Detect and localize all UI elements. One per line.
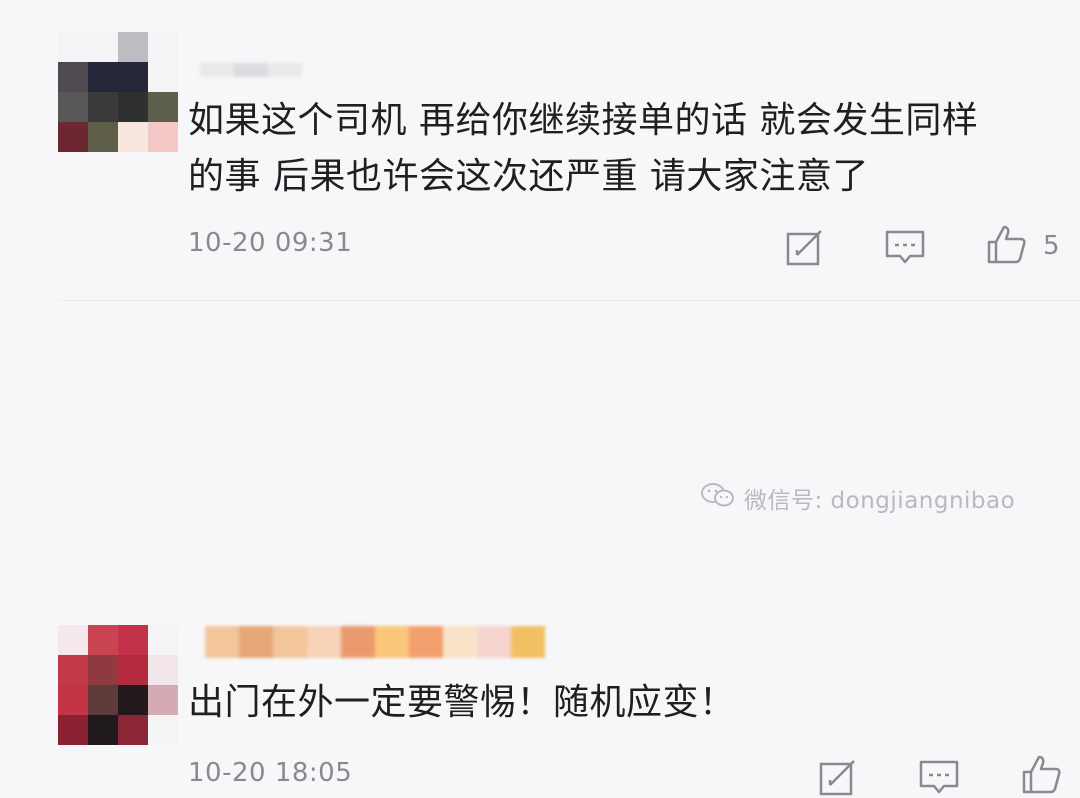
username-blur-block (205, 626, 239, 658)
like-button[interactable] (985, 222, 1029, 266)
thumbs-up-icon (1022, 755, 1061, 794)
avatar-pixel (58, 655, 88, 685)
username-blur-block (307, 626, 341, 658)
avatar-pixel (88, 62, 118, 92)
avatar-pixel (58, 685, 88, 715)
username-blur-block (375, 626, 409, 658)
avatar-pixel (88, 655, 118, 685)
thumbs-up-icon (987, 225, 1026, 264)
avatar-pixel (58, 122, 88, 152)
reply-edit-button[interactable] (785, 228, 825, 268)
avatar-pixel (148, 625, 178, 655)
avatar-pixel (88, 122, 118, 152)
watermark-text: 微信号: dongjiangnibao (744, 488, 1016, 514)
comment-button[interactable] (884, 228, 928, 268)
avatar-pixel (88, 685, 118, 715)
username-blur-block (234, 63, 268, 77)
edit-square-icon (819, 760, 855, 796)
like-button[interactable] (1020, 752, 1064, 796)
avatar-pixel (58, 625, 88, 655)
comment-bubble-icon (919, 760, 959, 794)
avatar-pixel (58, 62, 88, 92)
username-blur-block (477, 626, 511, 658)
edit-square-icon (786, 230, 822, 266)
wechat-icon (700, 481, 736, 515)
avatar-pixel (58, 715, 88, 745)
username-blurred[interactable] (205, 626, 545, 658)
avatar[interactable] (58, 32, 178, 152)
username-blur-block (268, 63, 302, 77)
reply-edit-button[interactable] (818, 758, 858, 798)
avatar-pixel (88, 92, 118, 122)
username-blurred[interactable] (200, 63, 302, 77)
avatar-pixel (118, 122, 148, 152)
avatar-pixel (88, 625, 118, 655)
avatar-pixel (118, 715, 148, 745)
avatar-pixel (148, 62, 178, 92)
avatar-pixel (118, 62, 148, 92)
username-blur-block (239, 626, 273, 658)
username-blur-block (511, 626, 545, 658)
avatar-pixel (148, 685, 178, 715)
avatar-pixel (148, 32, 178, 62)
avatar-pixel (58, 92, 88, 122)
username-blur-block (443, 626, 477, 658)
avatar-pixel (118, 32, 148, 62)
username-blur-block (273, 626, 307, 658)
timestamp: 10-20 18:05 (188, 758, 353, 788)
comment-item: 如果这个司机 再给你继续接单的话 就会发生同样 的事 后果也许会这次还严重 请大… (0, 0, 1080, 300)
like-count: 5 (1043, 231, 1060, 261)
avatar-pixel (148, 122, 178, 152)
timestamp: 10-20 09:31 (188, 228, 353, 258)
comment-text: 如果这个司机 再给你继续接单的话 就会发生同样 的事 后果也许会这次还严重 请大… (188, 100, 979, 197)
avatar-pixel (118, 685, 148, 715)
avatar-pixel (118, 655, 148, 685)
wechat-watermark: 微信号: dongjiangnibao (700, 481, 1015, 515)
avatar-pixel (118, 625, 148, 655)
avatar-pixel (88, 715, 118, 745)
avatar-pixel (148, 92, 178, 122)
avatar-pixel (148, 655, 178, 685)
avatar-pixel (118, 92, 148, 122)
username-blur-block (200, 63, 234, 77)
username-blur-block (409, 626, 443, 658)
comment-bubble-icon (885, 230, 925, 264)
avatar-pixel (58, 32, 88, 62)
avatar-pixel (88, 32, 118, 62)
username-blur-block (341, 626, 375, 658)
comment-button[interactable] (918, 758, 962, 798)
avatar-pixel (148, 715, 178, 745)
avatar[interactable] (58, 625, 178, 745)
comment-text: 出门在外一定要警惕！随机应变！ (188, 682, 736, 723)
